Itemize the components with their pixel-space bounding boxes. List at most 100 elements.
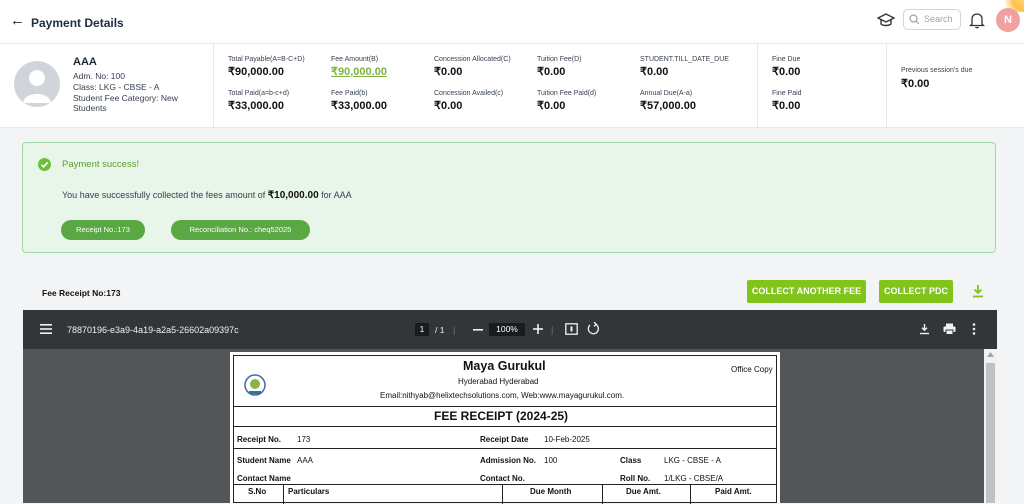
divider bbox=[886, 44, 887, 128]
contact-name-label: Contact Name bbox=[237, 474, 291, 483]
zoom-out-icon[interactable] bbox=[473, 329, 483, 331]
col-header-due-amt: Due Amt. bbox=[626, 487, 661, 496]
contact-no-label: Contact No. bbox=[480, 474, 525, 483]
search-placeholder: Search bbox=[924, 14, 953, 24]
zoom-in-icon[interactable] bbox=[533, 324, 543, 334]
concession-allocated-value: ₹0.00 bbox=[434, 66, 463, 78]
divider bbox=[757, 44, 758, 128]
student-category-cont: Students bbox=[73, 103, 107, 113]
student-avatar bbox=[14, 61, 60, 107]
fee-summary: AAA Adm. No: 100 Class: LKG - CBSE - A S… bbox=[0, 44, 1024, 128]
user-avatar[interactable]: N bbox=[996, 8, 1020, 32]
roll-label: Roll No. bbox=[620, 474, 651, 483]
pdf-toolbar: 78870196-e3a9-4a19-a2a5-26602a09397c 1 /… bbox=[23, 310, 997, 349]
annual-due-label: Annual Due(A-a) bbox=[640, 90, 693, 97]
concession-availed-value: ₹0.00 bbox=[434, 100, 463, 112]
fee-amount-link[interactable]: ₹90,000.00 bbox=[331, 65, 387, 78]
concession-availed-label: Concession Availed(c) bbox=[434, 90, 504, 97]
collect-pdc-button[interactable]: COLLECT PDC bbox=[879, 280, 953, 303]
roll-value: 1/LKG - CBSE/A bbox=[664, 474, 724, 483]
admission-label: Admission No. bbox=[480, 456, 537, 465]
col-rule bbox=[283, 484, 284, 504]
top-bar: ← Payment Details Search N bbox=[0, 0, 1024, 44]
receipt-heading: FEE RECEIPT (2024-25) bbox=[434, 409, 569, 423]
success-title: Payment success! bbox=[62, 159, 140, 170]
col-header-paid-amt: Paid Amt. bbox=[715, 487, 752, 496]
till-date-due-label: STUDENT.TILL_DATE_DUE bbox=[640, 56, 729, 63]
download-icon[interactable] bbox=[971, 284, 985, 298]
col-rule bbox=[502, 484, 503, 504]
annual-due-value: ₹57,000.00 bbox=[640, 100, 696, 112]
student-name-value: AAA bbox=[297, 456, 314, 465]
page-title: Payment Details bbox=[31, 16, 124, 30]
col-rule bbox=[690, 484, 691, 504]
school-logo-icon bbox=[244, 374, 266, 396]
pdf-document-id: 78870196-e3a9-4a19-a2a5-26602a09397c bbox=[67, 325, 239, 335]
payment-success-banner: Payment success! You have successfully c… bbox=[22, 142, 996, 253]
receipt-date-label: Receipt Date bbox=[480, 435, 529, 444]
collected-amount: ₹10,000.00 bbox=[267, 190, 319, 201]
bell-icon[interactable] bbox=[969, 11, 985, 29]
more-options-icon[interactable] bbox=[972, 323, 976, 335]
graduation-cap-icon[interactable] bbox=[877, 12, 895, 30]
total-payable-value: ₹90,000.00 bbox=[228, 66, 284, 78]
total-paid-label: Total Paid(a=b-c+d) bbox=[228, 90, 290, 97]
collect-another-fee-button[interactable]: COLLECT ANOTHER FEE bbox=[747, 280, 866, 303]
receipt-no-value: 173 bbox=[297, 435, 311, 444]
previous-due-label: Previous session's due bbox=[901, 67, 973, 74]
success-message-prefix: You have successfully collected the fees… bbox=[62, 190, 268, 200]
download-pdf-icon[interactable] bbox=[919, 323, 930, 335]
page-total: / 1 bbox=[435, 325, 445, 335]
success-message-suffix: for AAA bbox=[318, 190, 352, 200]
fine-due-label: Fine Due bbox=[772, 56, 801, 63]
divider bbox=[213, 44, 214, 128]
rotate-icon[interactable] bbox=[587, 322, 600, 335]
fee-receipt-number: Fee Receipt No:173 bbox=[42, 288, 121, 298]
pdf-viewer: 78870196-e3a9-4a19-a2a5-26602a09397c 1 /… bbox=[23, 310, 997, 504]
print-icon[interactable] bbox=[943, 323, 956, 335]
tuition-fee-value: ₹0.00 bbox=[537, 66, 566, 78]
col-header-particulars: Particulars bbox=[288, 487, 330, 496]
fine-paid-value: ₹0.00 bbox=[772, 100, 801, 112]
page-number-input[interactable]: 1 bbox=[415, 323, 429, 336]
search-icon bbox=[909, 14, 920, 25]
scroll-up-icon[interactable] bbox=[987, 352, 994, 357]
success-message: You have successfully collected the fees… bbox=[62, 190, 352, 201]
student-class: Class: LKG - CBSE - A bbox=[73, 82, 160, 92]
zoom-level[interactable]: 100% bbox=[489, 323, 525, 336]
back-arrow-icon[interactable]: ← bbox=[10, 13, 26, 29]
total-payable-label: Total Payable(A=B-C+D) bbox=[228, 56, 305, 63]
receipt-no-label: Receipt No. bbox=[237, 435, 282, 444]
school-name: Maya Gurukul bbox=[463, 359, 546, 373]
receipt-date-value: 10-Feb-2025 bbox=[544, 435, 590, 444]
fit-page-icon[interactable] bbox=[565, 323, 578, 335]
rule bbox=[234, 426, 776, 427]
total-paid-value: ₹33,000.00 bbox=[228, 100, 284, 112]
reconciliation-number-pill[interactable]: Reconciliation No.: cheq52025 bbox=[171, 220, 310, 240]
col-rule bbox=[602, 484, 603, 504]
fee-paid-label: Fee Paid(b) bbox=[331, 90, 368, 97]
school-contact: Email:nithyab@helixtechsolutions.com, We… bbox=[380, 391, 625, 400]
school-city: Hyderabad Hyderabad bbox=[458, 377, 539, 386]
student-adm: Adm. No: 100 bbox=[73, 71, 125, 81]
pdf-scrollbar[interactable] bbox=[984, 349, 997, 503]
search-input[interactable]: Search bbox=[903, 9, 961, 30]
rule bbox=[234, 484, 776, 485]
scrollbar-thumb[interactable] bbox=[986, 363, 995, 503]
col-header-due-month: Due Month bbox=[530, 487, 572, 496]
previous-due-value: ₹0.00 bbox=[901, 78, 930, 90]
till-date-due-value: ₹0.00 bbox=[640, 66, 669, 78]
menu-icon[interactable] bbox=[40, 324, 52, 334]
class-label: Class bbox=[620, 456, 642, 465]
receipt-border: Maya Gurukul Hyderabad Hyderabad Email:n… bbox=[233, 355, 777, 504]
receipt-page: Maya Gurukul Hyderabad Hyderabad Email:n… bbox=[230, 352, 780, 504]
tuition-paid-value: ₹0.00 bbox=[537, 100, 566, 112]
student-category: Student Fee Category: New bbox=[73, 93, 178, 103]
student-name-label: Student Name bbox=[237, 456, 291, 465]
class-value: LKG - CBSE - A bbox=[664, 456, 721, 465]
rule bbox=[234, 406, 776, 407]
toolbar-separator: | bbox=[453, 325, 456, 335]
receipt-number-pill[interactable]: Receipt No.:173 bbox=[61, 220, 145, 240]
fee-paid-value: ₹33,000.00 bbox=[331, 100, 387, 112]
tuition-fee-label: Tuition Fee(D) bbox=[537, 56, 582, 63]
